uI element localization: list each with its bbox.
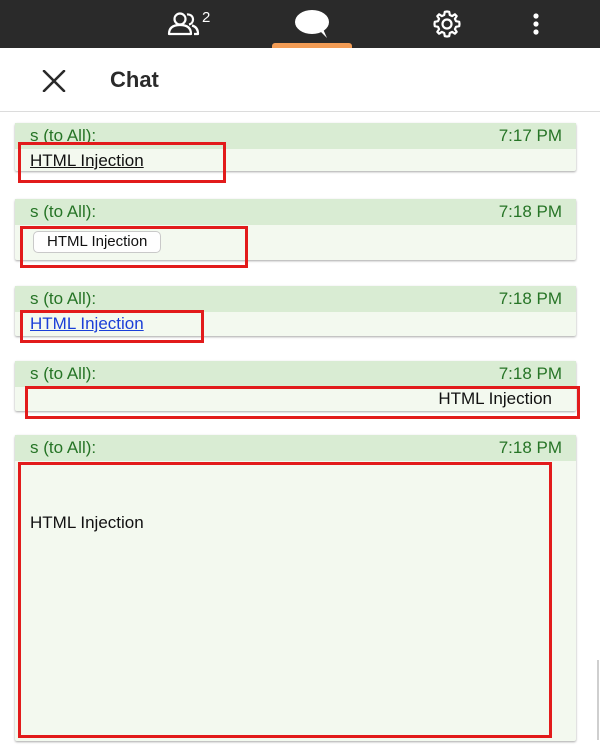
gear-icon [433,10,461,38]
message-time: 7:18 PM [498,438,562,457]
message-header: s (to All): 7:18 PM [15,435,576,461]
message-header: s (to All): 7:18 PM [15,286,576,312]
message-sender: s (to All): [30,202,97,221]
injected-button[interactable]: HTML Injection [33,231,162,253]
scrollbar-track[interactable] [596,113,600,750]
message-header: s (to All): 7:17 PM [15,123,576,149]
message-time: 7:18 PM [498,289,562,308]
message-body: HTML Injection [15,149,576,171]
people-icon [167,12,200,36]
message-time: 7:17 PM [498,126,562,145]
chat-message: s (to All): 7:18 PM HTML Injection [15,286,576,336]
more-options-button[interactable] [520,0,552,48]
chat-message: s (to All): 7:17 PM HTML Injection [15,123,576,171]
settings-button[interactable] [420,0,474,48]
injected-large-block-text: HTML Injection [30,513,144,532]
message-sender: s (to All): [30,364,97,383]
injected-underlined-text: HTML Injection [30,151,144,170]
chat-message-list[interactable]: s (to All): 7:17 PM HTML Injection s (to… [0,113,600,750]
scrollbar-thumb[interactable] [597,660,599,740]
chat-header: Chat [0,48,600,112]
message-body: HTML Injection [15,387,576,411]
injected-right-aligned-text: HTML Injection [438,389,552,408]
message-sender: s (to All): [30,126,97,145]
chat-message: s (to All): 7:18 PM HTML Injection [15,199,576,260]
message-header: s (to All): 7:18 PM [15,199,576,225]
chat-message: s (to All): 7:18 PM HTML Injection [15,435,576,741]
message-header: s (to All): 7:18 PM [15,361,576,387]
message-body: HTML Injection [15,461,576,741]
participants-button[interactable]: 2 [150,0,220,48]
chat-message: s (to All): 7:18 PM HTML Injection [15,361,576,411]
more-vertical-icon [533,13,539,35]
injected-link[interactable]: HTML Injection [30,314,144,334]
message-time: 7:18 PM [498,364,562,383]
message-time: 7:18 PM [498,202,562,221]
chat-title: Chat [110,67,159,92]
participants-count: 2 [202,9,211,26]
top-toolbar: 2 [0,0,600,48]
message-sender: s (to All): [30,438,97,457]
close-icon [42,70,66,92]
close-chat-button[interactable] [36,66,72,96]
chat-tab[interactable] [272,0,352,48]
message-body: HTML Injection [15,225,576,260]
message-body: HTML Injection [15,312,576,336]
chat-icon [295,10,329,38]
message-sender: s (to All): [30,289,97,308]
